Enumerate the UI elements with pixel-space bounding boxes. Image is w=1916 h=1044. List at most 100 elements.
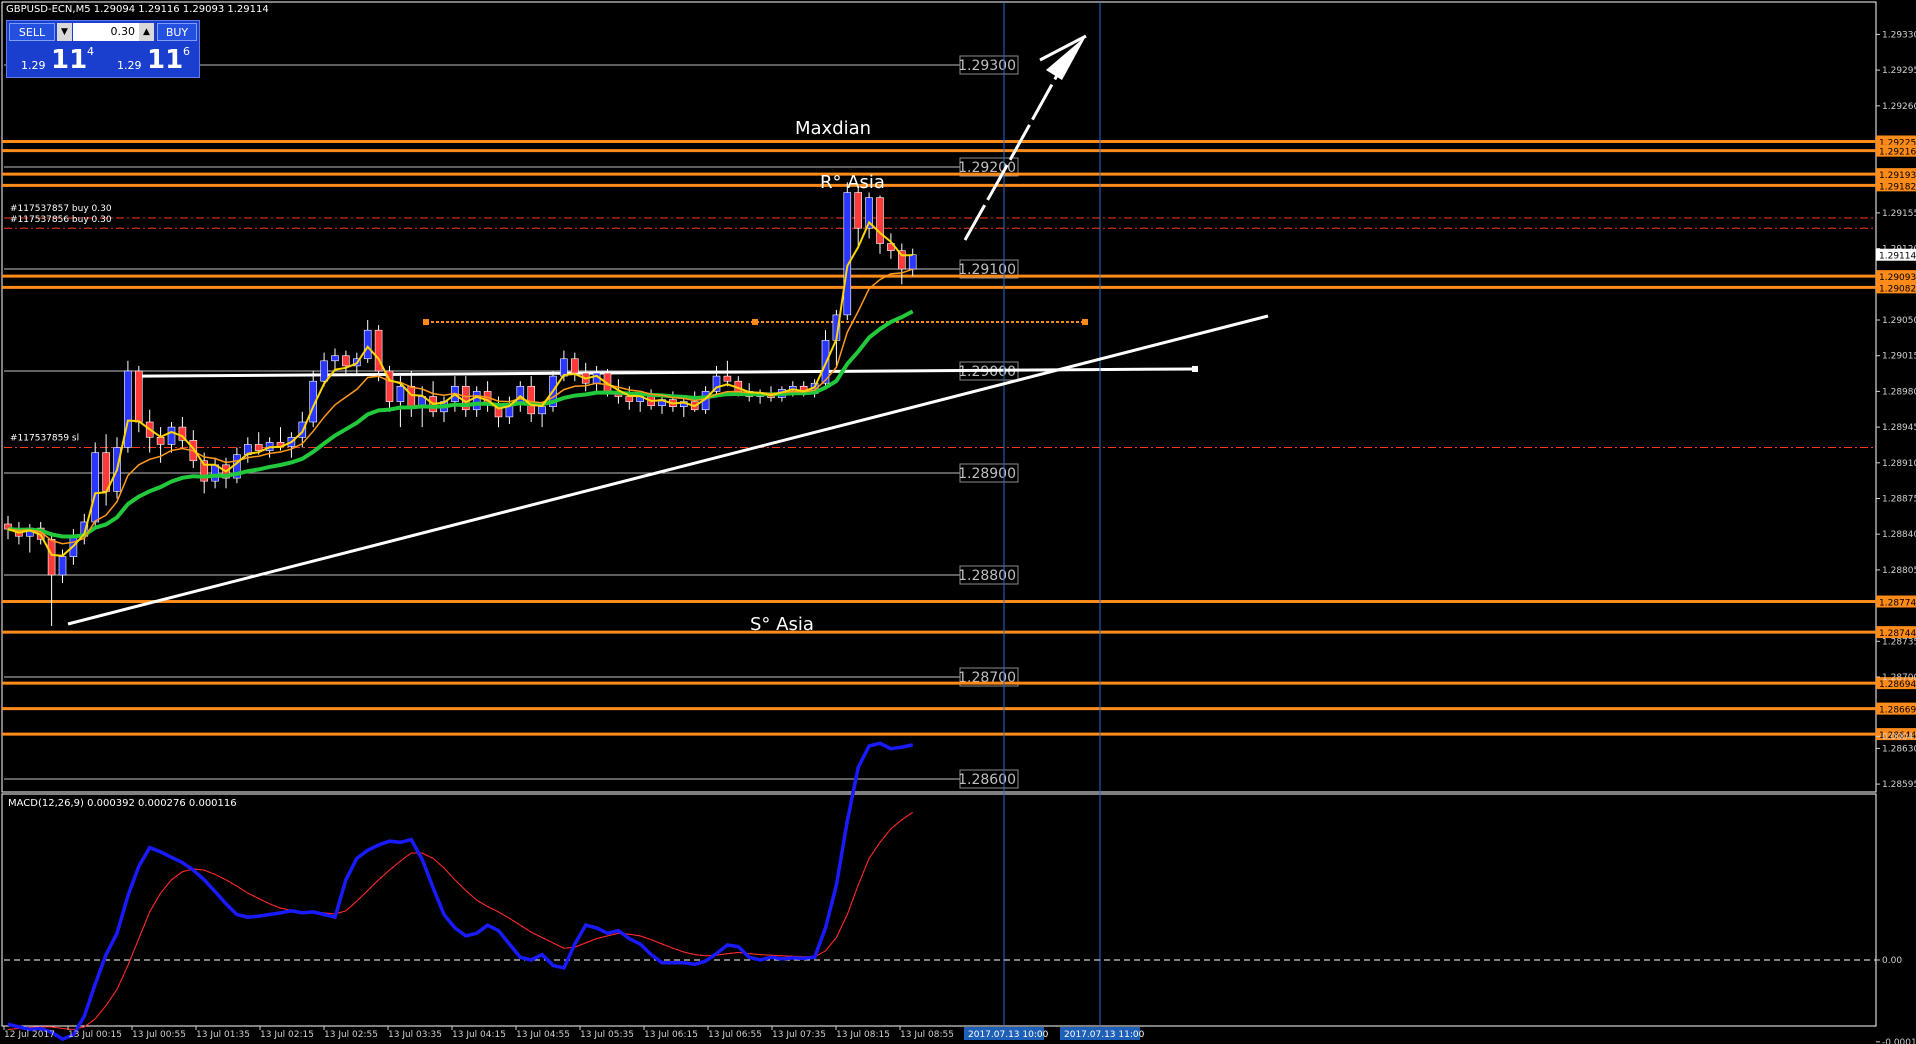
price-scale-label: 1.28595 (1882, 780, 1916, 790)
candle-body (527, 385, 536, 415)
time-axis-label: 13 Jul 02:55 (324, 1030, 378, 1040)
range-box-handle[interactable] (1082, 319, 1088, 326)
price-scale-label: 1.28700 (1882, 673, 1916, 683)
macd-scale-label: 0.000418 (1882, 732, 1916, 742)
price-scale-label: 1.29295 (1882, 66, 1916, 76)
chart-background (0, 0, 1916, 1044)
candle-body (363, 329, 372, 360)
time-axis-label: 13 Jul 08:15 (836, 1030, 890, 1040)
price-scale-label: 1.28980 (1882, 387, 1916, 397)
candle-body (320, 360, 328, 382)
sell-button[interactable]: SELL (9, 23, 55, 41)
order-label: #117537856 buy 0.30 (10, 215, 112, 225)
buy-price-prefix: 1.29 (117, 59, 142, 72)
candle-body (254, 444, 263, 451)
buy-button[interactable]: BUY (157, 23, 197, 41)
one-click-trading-panel: SELL ▼ ▲ BUY 1.29 11 4 1.29 11 6 (6, 20, 200, 78)
price-scale-label: 1.28805 (1882, 566, 1916, 576)
chart-canvas: 1.293001.292001.291001.290001.289001.288… (0, 0, 1916, 1044)
price-scale-label: 1.29015 (1882, 352, 1916, 362)
buy-price-fraction: 6 (183, 45, 190, 58)
price-scale-label: 1.28945 (1882, 423, 1916, 433)
price-scale-label: 1.28910 (1882, 459, 1916, 469)
time-axis-label: 13 Jul 00:55 (132, 1030, 186, 1040)
range-box-handle[interactable] (423, 319, 429, 326)
price-scale-label: 1.29330 (1882, 30, 1916, 40)
candle-body (538, 406, 546, 415)
price-scale-label: 1.28875 (1882, 495, 1916, 505)
time-axis-label: 13 Jul 06:55 (708, 1030, 762, 1040)
candle-body (331, 355, 339, 362)
orange-level-label: 1.28669 (1879, 706, 1916, 716)
time-axis-label: 13 Jul 04:55 (516, 1030, 570, 1040)
candle-body (47, 538, 56, 576)
candle-body (843, 192, 852, 316)
macd-scale-label: 0.00 (1882, 956, 1902, 966)
round-level-label: 1.29300 (958, 58, 1016, 74)
sell-price-prefix: 1.29 (21, 59, 46, 72)
candle-body (723, 375, 732, 382)
price-scale-label: 1.28840 (1882, 530, 1916, 540)
range-line-handle[interactable] (1192, 365, 1198, 372)
time-axis-label: 13 Jul 02:15 (260, 1030, 314, 1040)
candle-body (156, 436, 165, 445)
time-axis-label: 13 Jul 07:35 (772, 1030, 826, 1040)
maxdian-label: Maxdian (795, 118, 871, 139)
price-scale-label: 1.28735 (1882, 637, 1916, 647)
candle-body (560, 358, 568, 377)
price-scale-label: 1.28630 (1882, 744, 1916, 754)
round-level-label: 1.28900 (958, 466, 1016, 482)
candle-body (472, 391, 481, 411)
orange-level-label: 1.29082 (1879, 284, 1916, 294)
symbol-name: GBPUSD-ECN,M5 (6, 4, 91, 15)
candle-body (625, 396, 634, 402)
orange-level-label: 1.28774 (1879, 599, 1916, 609)
buy-price-pips: 11 (147, 45, 184, 75)
candle-body (854, 192, 863, 229)
candle-body (876, 197, 884, 244)
candle-body (396, 385, 405, 402)
sell-price-pips: 11 (51, 45, 88, 75)
lot-increase-icon[interactable]: ▲ (139, 23, 154, 41)
time-marker-label: 2017.07.13 11:00 (1064, 1030, 1145, 1040)
ohlc-readout: 1.29094 1.29116 1.29093 1.29114 (93, 4, 269, 15)
orange-level-label: 1.29182 (1879, 182, 1916, 192)
macd-scale-label: -0.000153 (1882, 1038, 1916, 1044)
candle-body (342, 355, 350, 367)
current-price-label: 1.29114 (1879, 252, 1916, 262)
time-axis-label: 13 Jul 08:55 (900, 1030, 954, 1040)
candle-body (570, 358, 579, 374)
s-asia-label: S° Asia (750, 614, 814, 635)
time-marker-label: 2017.07.13 10:00 (968, 1030, 1049, 1040)
lot-decrease-icon[interactable]: ▼ (57, 23, 72, 41)
r-asia-label: R° Asia (820, 172, 885, 193)
order-label: #117537859 sl (10, 433, 79, 443)
buy-price[interactable]: 1.29 11 6 (105, 45, 197, 75)
candle-body (91, 452, 99, 523)
time-axis-label: 12 Jul 2017 (4, 1030, 55, 1040)
time-axis-label: 13 Jul 01:35 (196, 1030, 250, 1040)
price-scale-label: 1.29050 (1882, 316, 1916, 326)
time-axis-label: 13 Jul 04:15 (452, 1030, 506, 1040)
symbol-header: GBPUSD-ECN,M5 1.29094 1.29116 1.29093 1.… (6, 4, 269, 15)
order-label: #117537857 buy 0.30 (10, 204, 112, 214)
sell-price-fraction: 4 (87, 45, 94, 58)
time-axis-label: 13 Jul 05:35 (580, 1030, 634, 1040)
candle-body (135, 370, 143, 423)
macd-label: MACD(12,26,9) 0.000392 0.000276 0.000116 (8, 798, 237, 809)
candle-body (908, 254, 917, 270)
time-axis-label: 13 Jul 06:15 (644, 1030, 698, 1040)
time-axis-label: 13 Jul 03:35 (388, 1030, 442, 1040)
candle-body (58, 556, 67, 576)
candle-body (407, 385, 416, 407)
time-axis-label: 13 Jul 00:15 (68, 1030, 122, 1040)
round-level-label: 1.28800 (958, 568, 1016, 584)
price-scale-label: 1.29260 (1882, 102, 1916, 112)
candle-body (167, 426, 176, 445)
price-scale-label: 1.29155 (1882, 209, 1916, 219)
range-box-handle[interactable] (752, 319, 758, 326)
sell-price[interactable]: 1.29 11 4 (9, 45, 101, 75)
round-level-label: 1.28600 (958, 772, 1016, 788)
lot-size-input[interactable] (73, 23, 139, 41)
orange-level-label: 1.29216 (1879, 148, 1916, 158)
